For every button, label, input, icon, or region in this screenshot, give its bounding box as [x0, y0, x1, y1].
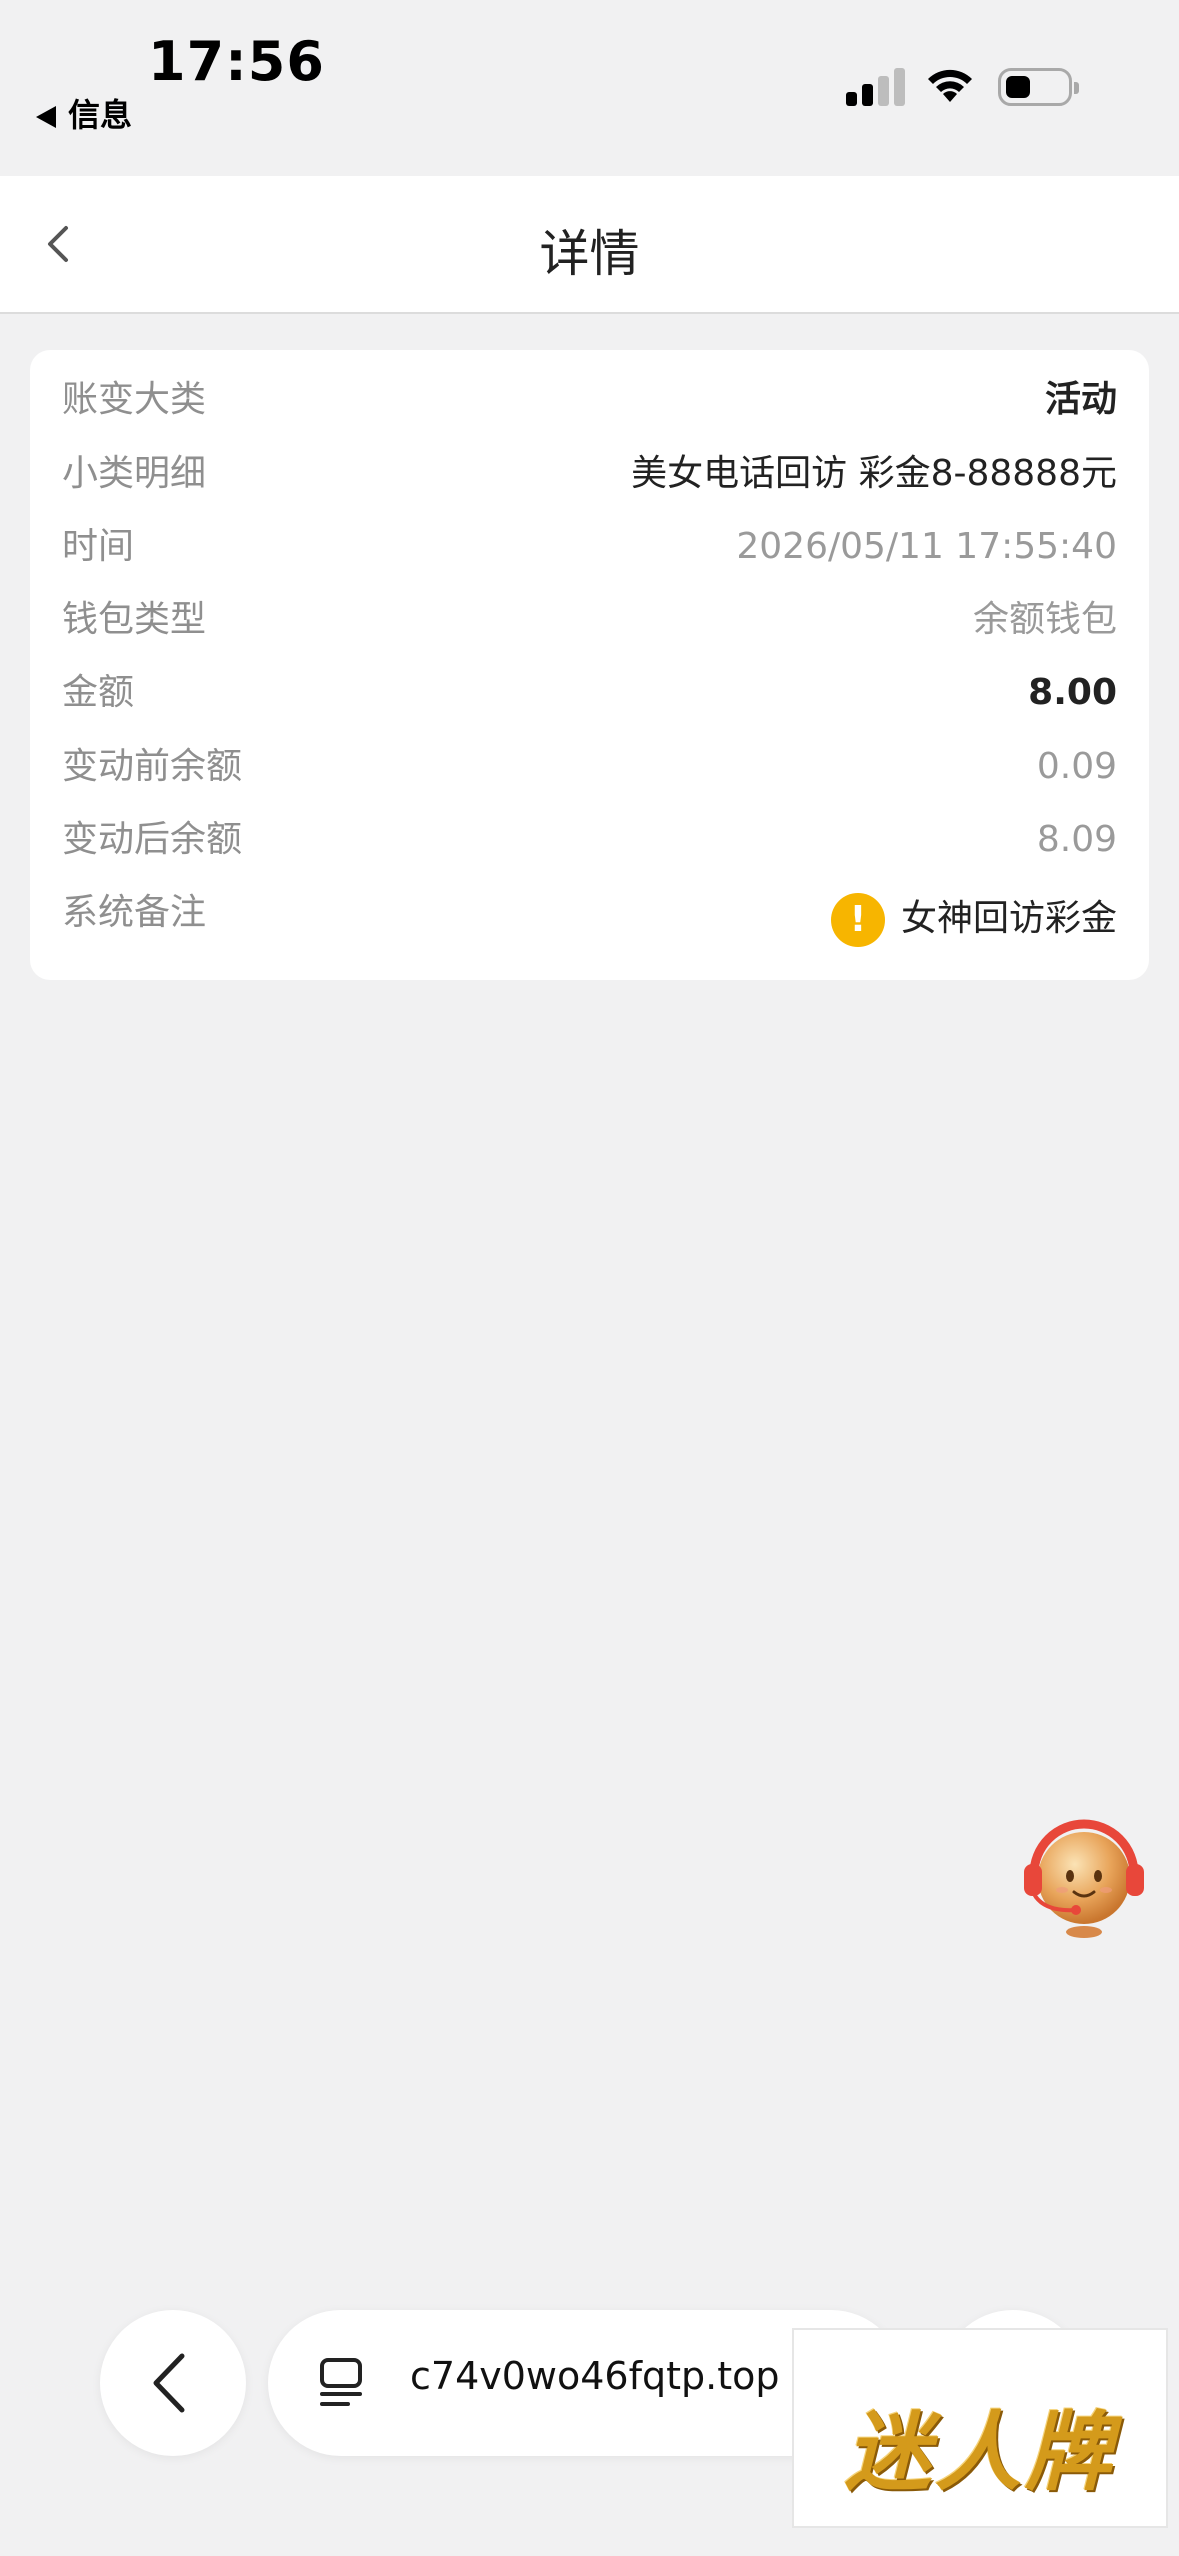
detail-value: 2026/05/11 17:55:40: [736, 526, 1117, 567]
detail-label: 系统备注: [62, 892, 207, 933]
detail-card: 账变大类 活动 小类明细 美女电话回访 彩金8-88888元 时间 2026/0…: [30, 350, 1149, 980]
wifi-icon: [928, 69, 972, 102]
tab-overview-icon: [320, 2358, 362, 2406]
battery-icon: [998, 68, 1079, 106]
detail-row: 时间 2026/05/11 17:55:40: [62, 517, 1117, 577]
url-text: c74v0wo46fqtp.top: [410, 2354, 780, 2398]
back-app-label: 信息: [68, 96, 133, 134]
back-triangle-icon: [36, 106, 56, 128]
detail-row: 金额 8.00: [62, 663, 1117, 723]
detail-value: 余额钱包: [972, 599, 1117, 640]
chevron-left-icon: [153, 2353, 185, 2413]
detail-label: 小类明细: [62, 453, 207, 494]
detail-label: 账变大类: [62, 379, 207, 420]
detail-row: 小类明细 美女电话回访 彩金8-88888元: [62, 444, 1117, 504]
amount-value: 8.00: [1028, 672, 1117, 713]
detail-row: 钱包类型 余额钱包: [62, 590, 1117, 650]
nav-header: 详情: [0, 176, 1179, 314]
detail-label: 金额: [62, 672, 135, 713]
detail-value: 活动: [1044, 379, 1117, 420]
browser-back-button[interactable]: [100, 2310, 246, 2456]
detail-label: 变动后余额: [62, 819, 243, 860]
watermark-logo: 迷人牌: [792, 2328, 1168, 2528]
system-note-text: 女神回访彩金: [900, 898, 1117, 939]
detail-row: 变动后余额 8.09: [62, 810, 1117, 870]
detail-row: 系统备注 ! 女神回访彩金: [62, 883, 1117, 953]
page-title: 详情: [539, 225, 640, 283]
detail-label: 时间: [62, 526, 135, 567]
detail-label: 变动前余额: [62, 746, 243, 787]
status-bar: 17:56 信息: [0, 0, 1179, 176]
detail-label: 钱包类型: [62, 599, 207, 640]
watermark-text: 迷人牌: [845, 2403, 1115, 2503]
system-note-value: ! 女神回访彩金: [830, 889, 1117, 949]
cellular-signal-icon: [846, 66, 906, 106]
customer-support-icon[interactable]: [1014, 1800, 1154, 1940]
detail-row: 变动前余额 0.09: [62, 737, 1117, 797]
detail-row: 账变大类 活动: [62, 370, 1117, 430]
warning-icon: !: [830, 893, 885, 947]
back-to-app-link[interactable]: 信息: [36, 90, 132, 136]
status-time: 17:56: [148, 30, 325, 93]
detail-value: 8.09: [1036, 819, 1117, 860]
detail-value: 0.09: [1036, 746, 1117, 787]
detail-value: 美女电话回访 彩金8-88888元: [631, 453, 1117, 494]
